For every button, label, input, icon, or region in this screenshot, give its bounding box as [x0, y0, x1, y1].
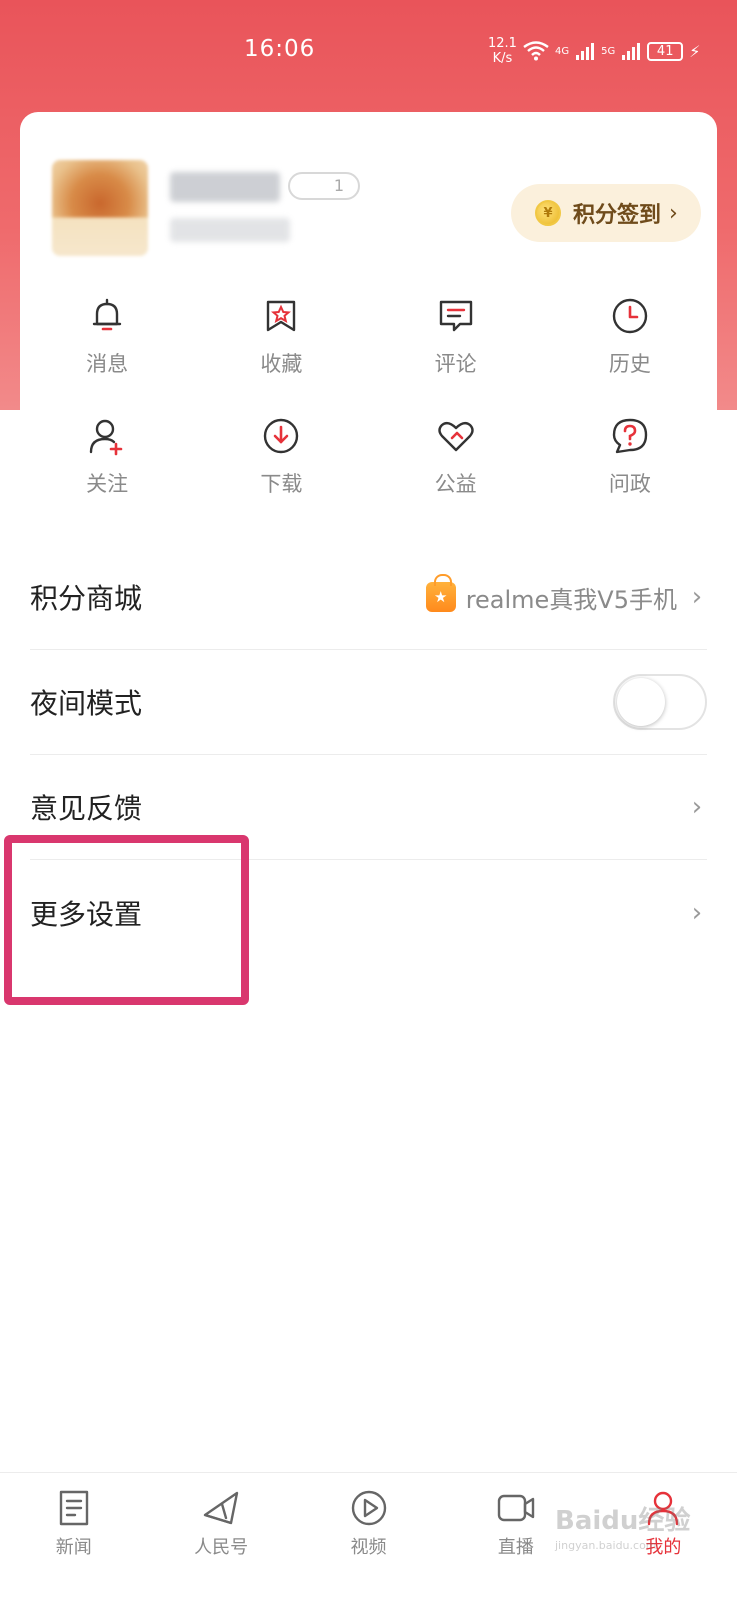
quick-action-label: 下载	[260, 472, 303, 496]
tab-video[interactable]: 视频	[295, 1473, 442, 1600]
watermark: Baidu经验 jingyan.baidu.com	[555, 1500, 705, 1570]
promo-text: realme真我V5手机	[465, 585, 677, 614]
quick-action-favorites[interactable]: 收藏	[194, 294, 368, 388]
quick-actions-grid: 消息 收藏 评论 历史 关注 下载 公益 问政	[20, 294, 717, 508]
signal-icon-2	[622, 43, 641, 60]
level-badge: 1	[288, 172, 360, 200]
chevron-right-icon: ›	[691, 582, 703, 612]
heart-icon	[437, 421, 474, 452]
tab-news[interactable]: 新闻	[0, 1473, 147, 1600]
network-5g-label: 5G	[601, 45, 616, 57]
menu-label: 积分商城	[30, 582, 143, 615]
bookmark-star-icon	[267, 300, 296, 332]
menu-label: 夜间模式	[30, 687, 143, 720]
tab-label: 直播	[497, 1537, 534, 1558]
quick-action-comments[interactable]: 评论	[369, 294, 543, 388]
battery-indicator: 41	[647, 41, 684, 61]
avatar[interactable]	[52, 160, 148, 256]
quick-action-label: 公益	[434, 472, 477, 496]
network-speed: 12.1 K/s	[488, 36, 517, 66]
news-icon	[59, 1490, 88, 1526]
quick-action-label: 问政	[608, 472, 651, 496]
tab-label: 人民号	[194, 1537, 249, 1558]
watermark-brand: Baidu经验	[555, 1506, 691, 1536]
profile-card: 1 ¥ 积分签到 › 消息 收藏 评论 历史 关注 下载 公益 问政	[20, 112, 717, 550]
play-circle-icon	[351, 1490, 386, 1526]
comment-icon	[439, 300, 472, 332]
tab-label: 新闻	[55, 1537, 92, 1558]
quick-action-follow[interactable]: 关注	[20, 414, 194, 508]
chevron-right-icon: ›	[691, 792, 703, 822]
username-blurred	[170, 172, 280, 202]
highlight-annotation-box	[4, 835, 249, 1005]
quick-action-label: 收藏	[260, 352, 303, 376]
menu-label: 意见反馈	[30, 792, 143, 825]
tab-label: 视频	[350, 1537, 387, 1558]
chevron-right-icon: ›	[669, 200, 678, 226]
paper-plane-icon	[203, 1491, 239, 1525]
quick-action-history[interactable]: 历史	[543, 294, 717, 388]
user-subtitle-blurred	[170, 218, 290, 242]
quick-action-inquiry[interactable]: 问政	[543, 414, 717, 508]
signal-icon	[576, 43, 595, 60]
menu-night-mode: 夜间模式	[30, 650, 707, 755]
quick-action-charity[interactable]: 公益	[369, 414, 543, 508]
quick-action-label: 评论	[434, 352, 477, 376]
quick-action-downloads[interactable]: 下载	[194, 414, 368, 508]
menu-points-mall[interactable]: 积分商城 ★ realme真我V5手机 ›	[30, 545, 707, 650]
status-indicators: 12.1 K/s 4G 5G 41 ⚡	[488, 34, 700, 68]
night-mode-toggle[interactable]	[613, 674, 707, 730]
charging-icon: ⚡	[689, 41, 701, 61]
toggle-knob	[617, 678, 665, 726]
coin-icon: ¥	[535, 200, 561, 226]
network-4g-label: 4G	[554, 45, 570, 57]
clock-icon	[612, 298, 648, 334]
menu-points-mall-right: ★ realme真我V5手机 ›	[425, 574, 707, 615]
quick-action-label: 历史	[608, 352, 651, 376]
watermark-url: jingyan.baidu.com	[555, 1539, 657, 1552]
points-checkin-button[interactable]: ¥ 积分签到 ›	[511, 184, 701, 242]
tab-renminhao[interactable]: 人民号	[147, 1473, 294, 1600]
download-icon	[264, 418, 299, 454]
bell-icon	[92, 298, 122, 331]
status-bar: 16:06 12.1 K/s 4G 5G 41 ⚡	[0, 0, 737, 100]
wifi-icon	[523, 41, 549, 61]
quick-action-label: 关注	[86, 472, 129, 496]
user-plus-icon	[89, 419, 123, 456]
checkin-label: 积分签到	[573, 203, 662, 228]
shopping-bag-icon: ★	[425, 574, 456, 612]
video-camera-icon	[497, 1494, 535, 1522]
quick-action-messages[interactable]: 消息	[20, 294, 194, 388]
status-time: 16:06	[244, 36, 316, 62]
chevron-right-icon: ›	[691, 897, 703, 928]
quick-action-label: 消息	[86, 352, 129, 376]
question-bubble-icon	[612, 418, 648, 454]
